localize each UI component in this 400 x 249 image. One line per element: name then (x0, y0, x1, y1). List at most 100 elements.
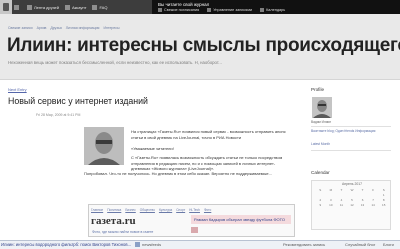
status-feed[interactable]: newsfeeds (135, 242, 161, 247)
calendar-day[interactable]: 15 (378, 203, 389, 207)
avatar-image (312, 97, 332, 118)
profile-name[interactable]: Вадим Илиин (311, 120, 331, 124)
author-photo (84, 127, 124, 165)
latest-month-link[interactable]: Latest Month (311, 142, 330, 146)
embed-tab[interactable]: Культура (159, 208, 172, 212)
lj-nav-faq[interactable]: FAQ (92, 4, 107, 10)
calendar-weekday: S (319, 188, 322, 192)
calendar-day[interactable] (315, 193, 326, 197)
post-date: Fri 28 Мар, 2009 at 9:41 PM (36, 113, 81, 117)
gear-icon (207, 8, 212, 12)
calendar-day[interactable]: 14 (368, 203, 379, 207)
reading-links: Свежие поэписания Управление записями Ка… (158, 8, 285, 12)
profile-heading: Profile (311, 87, 325, 92)
calendar-day[interactable]: 13 (357, 203, 368, 207)
divider (311, 126, 391, 127)
embed-news-headline[interactable]: Рамзан Кадыров обыграл звезду футбола ФО… (191, 215, 291, 224)
calendar-weekday: T (361, 188, 364, 192)
reading-link-manage[interactable]: Управление записями (207, 8, 252, 12)
embed-tab[interactable]: Политика (107, 208, 121, 212)
status-page-title: Илиин: интересы водородного фильтрб: пои… (1, 242, 132, 247)
sidebar: Profile Вадим Илиин Вконтакте blog; Один… (300, 80, 400, 240)
calendar-day[interactable]: 8 (378, 198, 389, 202)
journal-title[interactable]: Илиин: интересны смыслы происходящего (7, 35, 400, 57)
gazeta-embed: Главное Политика Бизнес Общество Культур… (88, 204, 295, 237)
random-blog-link[interactable]: Случайный блог (345, 242, 375, 247)
next-entry-link[interactable]: Next Entry (8, 87, 27, 92)
embed-tab[interactable]: Бизнес (125, 208, 135, 212)
journal-subtitle: Нехоженная вещь может показаться бессмыс… (8, 60, 222, 65)
nav-recent[interactable]: Свежие записи (8, 26, 33, 30)
lj-nav: Лента друзей Аккаунт FAQ (14, 1, 107, 13)
calendar-day[interactable]: 6 (357, 198, 368, 202)
nav-profile[interactable]: Личная информация (66, 26, 100, 30)
recommend-link[interactable]: Рекомендовать запись (283, 242, 325, 247)
post-paragraph-3: С «Газеты.Ru» появилась возможность обсу… (131, 155, 283, 172)
lj-toolbar: Лента друзей Аккаунт FAQ Вы читаете свой… (0, 0, 400, 14)
calendar-month[interactable]: Апрель 2017 (312, 182, 392, 186)
calendar-day[interactable] (326, 193, 337, 197)
blogs-link[interactable]: Блоги (383, 242, 394, 247)
embed-tab[interactable]: Главное (91, 208, 103, 212)
calendar-day[interactable]: 11 (336, 203, 347, 207)
calendar-day[interactable]: 9 (315, 203, 326, 207)
profile-link[interactable]: Один friends (335, 129, 354, 133)
home-icon (14, 4, 19, 10)
calendar-weekday: W (350, 188, 354, 192)
calendar-weekday: M (329, 188, 333, 192)
calendar-day[interactable]: 10 (326, 203, 337, 207)
embed-sublink[interactable]: Фото, где можно найти новое в газете (92, 230, 153, 234)
calendar-day[interactable] (347, 193, 358, 197)
avatar[interactable] (312, 97, 332, 118)
feed-icon (135, 242, 140, 247)
lj-nav-home[interactable] (14, 4, 21, 10)
calendar-weekday: F (372, 188, 375, 192)
calendar-day[interactable] (336, 193, 347, 197)
calendar-day[interactable] (357, 193, 368, 197)
portrait-image (84, 127, 124, 165)
post-title[interactable]: Новый сервис у интернет изданий (8, 96, 148, 106)
reading-panel: Вы читаете свой журнал Свежие поэписания… (152, 0, 400, 14)
lj-logo[interactable] (0, 0, 12, 14)
reading-title: Вы читаете свой журнал (158, 2, 210, 7)
embed-tab[interactable]: Hi-Tech (189, 208, 200, 212)
journal-nav: Свежие записи Архив Друзья Личная информ… (8, 26, 120, 30)
post-paragraph-1: На страницах «Газеты.Ru» появился новый … (131, 129, 286, 140)
nav-friends[interactable]: Друзья (50, 26, 61, 30)
news-thumbnail-icon[interactable] (191, 227, 198, 233)
calendar-day[interactable]: 1 (378, 193, 389, 197)
calendar-day[interactable]: 2 (315, 198, 326, 202)
reading-link-calendar[interactable]: Календарь (260, 8, 285, 12)
nav-interests[interactable]: Интересы (103, 26, 119, 30)
embed-tab[interactable]: Общество (140, 208, 155, 212)
profile-link[interactable]: Информация (355, 129, 375, 133)
calendar-day[interactable]: 12 (347, 203, 358, 207)
post-paragraph-4: Попробовал. Что-то не получилось. Но дне… (84, 171, 272, 176)
lj-nav-friends[interactable]: Лента друзей (27, 4, 59, 10)
reading-link-new-post[interactable]: Свежие поэписания (158, 8, 199, 12)
faq-icon (92, 4, 98, 10)
profile-link[interactable]: Вконтакте blog (311, 129, 334, 133)
divider (311, 150, 391, 151)
pencil-icon (158, 8, 162, 12)
embed-tabs: Главное Политика Бизнес Общество Культур… (91, 208, 211, 212)
calendar-day[interactable]: 3 (326, 198, 337, 202)
calendar-icon (260, 8, 265, 12)
calendar-day[interactable]: 4 (336, 198, 347, 202)
lj-nav-account[interactable]: Аккаунт (64, 4, 86, 10)
calendar-weekday: T (340, 188, 343, 192)
journal-header: Свежие записи Архив Друзья Личная информ… (0, 14, 400, 80)
account-icon (64, 4, 70, 10)
calendar: Апрель 2017 S M T W T F S 1 2 3 4 5 6 7 8 9 10 11 12 13 14 15 (311, 180, 391, 230)
embed-news-text: Рамзан Кадыров обыграл звезду футбола ФО… (194, 217, 285, 222)
post-paragraph-2: «Уважаемые читатели! (131, 146, 174, 151)
calendar-heading: Calendar (311, 170, 330, 175)
calendar-day[interactable]: 7 (368, 198, 379, 202)
post-column: Next Entry Новый сервис у интернет издан… (0, 80, 300, 240)
gazeta-logo[interactable]: газета.ru (91, 215, 136, 227)
calendar-day[interactable] (368, 193, 379, 197)
calendar-day[interactable]: 5 (347, 198, 358, 202)
nav-archive[interactable]: Архив (37, 26, 47, 30)
embed-tab[interactable]: Спорт (176, 208, 185, 212)
embed-tab[interactable]: Фото (204, 208, 211, 212)
